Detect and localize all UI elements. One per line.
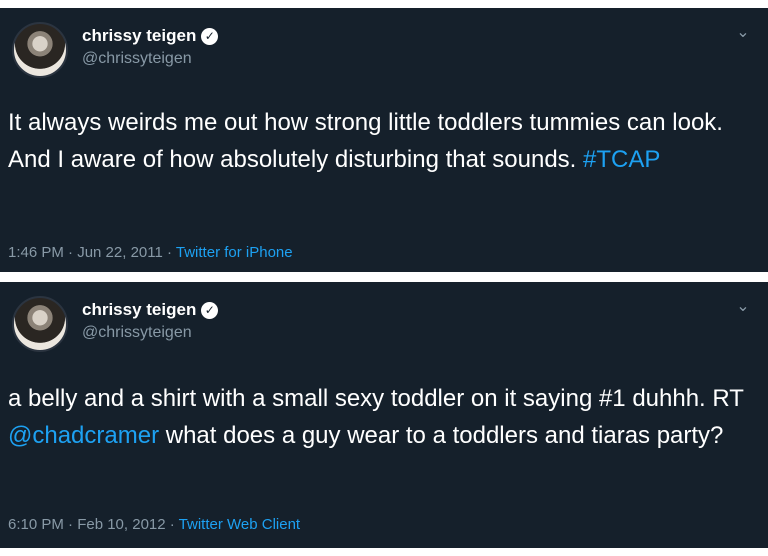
verified-badge-icon: ✓ (201, 302, 219, 319)
author-handle[interactable]: @chrissyteigen (82, 50, 192, 68)
tweet-text: It always weirds me out how strong littl… (8, 104, 748, 178)
source-link[interactable]: Twitter for iPhone (176, 244, 293, 261)
source-link[interactable]: Twitter Web Client (179, 516, 300, 533)
avatar[interactable] (12, 296, 68, 352)
tweet-text-part: a belly and a shirt with a small sexy to… (8, 385, 744, 412)
avatar[interactable] (12, 22, 68, 78)
verified-badge-icon: ✓ (201, 28, 219, 45)
chevron-down-icon[interactable]: ⌄ (732, 22, 754, 44)
author-handle[interactable]: @chrissyteigen (82, 324, 192, 342)
tweet-meta: 1:46 PM · Jun 22, 2011 · Twitter for iPh… (8, 244, 293, 261)
tweet-meta: 6:10 PM · Feb 10, 2012 · Twitter Web Cli… (8, 516, 300, 533)
author-name-row[interactable]: chrissy teigen ✓ (82, 300, 219, 320)
author-name[interactable]: chrissy teigen (82, 300, 196, 319)
tweet-text: a belly and a shirt with a small sexy to… (8, 380, 748, 454)
timestamp[interactable]: 6:10 PM · Feb 10, 2012 · (8, 516, 179, 533)
hashtag-link[interactable]: #TCAP (583, 146, 660, 173)
tweet-card[interactable]: chrissy teigen ✓ @chrissyteigen ⌄ a belly… (0, 282, 768, 548)
author-name[interactable]: chrissy teigen (82, 26, 196, 45)
mention-link[interactable]: @chadcramer (8, 422, 159, 449)
chevron-down-icon[interactable]: ⌄ (732, 296, 754, 318)
tweet-text-part: what does a guy wear to a toddlers and t… (159, 422, 724, 449)
timestamp[interactable]: 1:46 PM · Jun 22, 2011 · (8, 244, 176, 261)
tweet-card[interactable]: chrissy teigen ✓ @chrissyteigen ⌄ It alwa… (0, 8, 768, 272)
author-name-row[interactable]: chrissy teigen ✓ (82, 26, 219, 46)
